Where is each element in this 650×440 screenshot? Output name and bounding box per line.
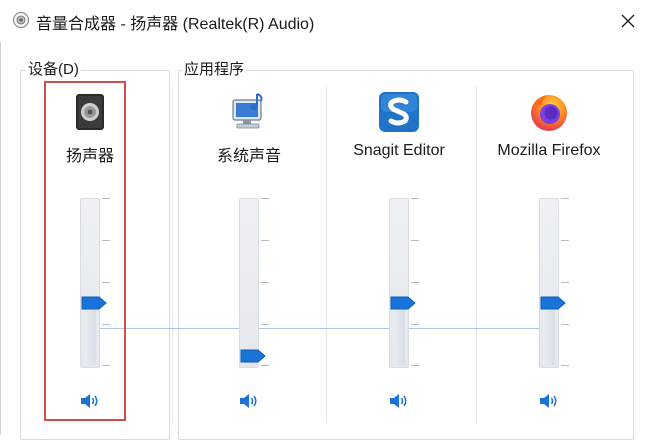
speaker-icon (540, 394, 557, 408)
volume-ticks (249, 198, 269, 366)
volume-slider-thumb[interactable] (390, 296, 416, 310)
channel-snagit: Snagit Editor (332, 82, 466, 422)
highlight-box (44, 81, 126, 421)
mute-button[interactable] (385, 388, 413, 414)
volume-slider-thumb[interactable] (540, 296, 566, 310)
channel-separator (326, 86, 327, 422)
device-group-label: 设备(D) (26, 58, 81, 79)
snagit-icon (377, 90, 421, 134)
channel-label: Mozilla Firefox (497, 142, 601, 159)
master-level-line (96, 328, 545, 329)
channel-label: 系统声音 (216, 148, 281, 165)
title-bar: 音量合成器 - 扬声器 (Realtek(R) Audio) (0, 0, 650, 42)
volume-ticks (549, 198, 569, 366)
volume-slider-thumb[interactable] (240, 349, 266, 363)
close-button[interactable] (612, 6, 644, 36)
mute-button[interactable] (235, 388, 263, 414)
speaker-icon (240, 394, 257, 408)
speaker-icon (390, 394, 407, 408)
channel-separator (172, 86, 173, 422)
channel-firefox: Mozilla Firefox (482, 82, 616, 422)
mute-button[interactable] (535, 388, 563, 414)
close-icon (621, 14, 635, 28)
channel-label: Snagit Editor (353, 142, 445, 159)
channel-separator (476, 86, 477, 422)
volume-ticks (399, 198, 419, 366)
volume-mixer-icon (12, 11, 30, 34)
window-title: 音量合成器 - 扬声器 (Realtek(R) Audio) (36, 16, 315, 33)
system-sounds-icon (227, 90, 271, 134)
apps-group-label: 应用程序 (182, 58, 247, 79)
firefox-icon (527, 90, 571, 134)
channel-system-sounds: 系统声音 (182, 82, 316, 422)
